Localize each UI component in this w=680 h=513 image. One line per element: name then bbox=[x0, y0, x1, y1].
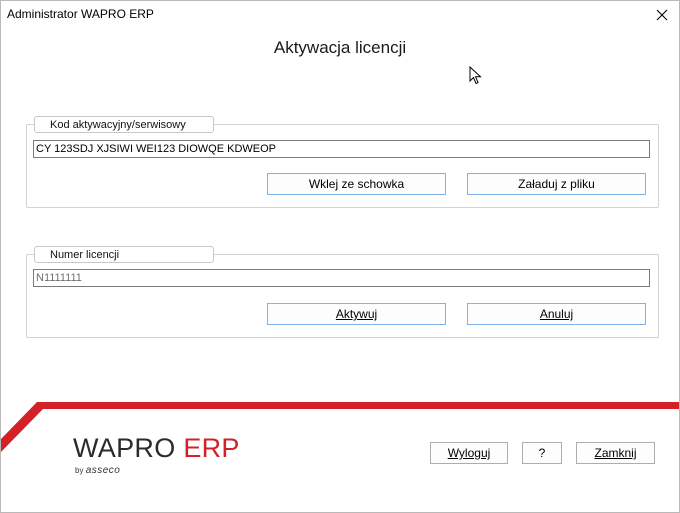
close-window-button[interactable] bbox=[645, 1, 679, 29]
activation-code-group: Kod aktywacyjny/serwisowy Wklej ze schow… bbox=[26, 116, 659, 208]
mouse-pointer-icon bbox=[469, 66, 482, 85]
title-bar: Administrator WAPRO ERP bbox=[1, 1, 679, 29]
logo-erp-text: ERP bbox=[183, 433, 240, 463]
cancel-button-label: Anuluj bbox=[539, 307, 574, 321]
load-from-file-button[interactable]: Załaduj z pliku bbox=[467, 173, 646, 195]
asseco-logo-text: asseco bbox=[85, 465, 121, 476]
license-number-label: Numer licencji bbox=[34, 246, 214, 263]
cancel-button[interactable]: Anuluj bbox=[467, 303, 646, 325]
logo-wapro-text: WAPRO bbox=[73, 433, 176, 463]
paste-from-clipboard-button[interactable]: Wklej ze schowka bbox=[267, 173, 446, 195]
activation-code-label: Kod aktywacyjny/serwisowy bbox=[34, 116, 214, 133]
window-title: Administrator WAPRO ERP bbox=[7, 7, 154, 21]
activation-code-input[interactable] bbox=[33, 140, 650, 158]
license-activation-window: Administrator WAPRO ERP Aktywacja licenc… bbox=[0, 0, 680, 513]
activate-button[interactable]: Aktywuj bbox=[267, 303, 446, 325]
page-title: Aktywacja licencji bbox=[273, 38, 407, 57]
close-button-label: Zamknij bbox=[594, 446, 637, 460]
license-number-input[interactable] bbox=[33, 269, 650, 287]
byline-by: by bbox=[75, 466, 84, 475]
asseco-byline: by asseco bbox=[75, 465, 120, 476]
logout-button[interactable]: Wyloguj bbox=[430, 442, 508, 464]
help-button[interactable]: ? bbox=[522, 442, 562, 464]
license-number-group: Numer licencji Aktywuj Anuluj bbox=[26, 246, 659, 338]
activate-button-label: Aktywuj bbox=[335, 307, 378, 321]
close-icon bbox=[656, 9, 668, 21]
logout-button-label: Wyloguj bbox=[447, 446, 491, 460]
wapro-erp-logo: WAPRO ERP bbox=[73, 433, 240, 464]
close-button[interactable]: Zamknij bbox=[576, 442, 655, 464]
